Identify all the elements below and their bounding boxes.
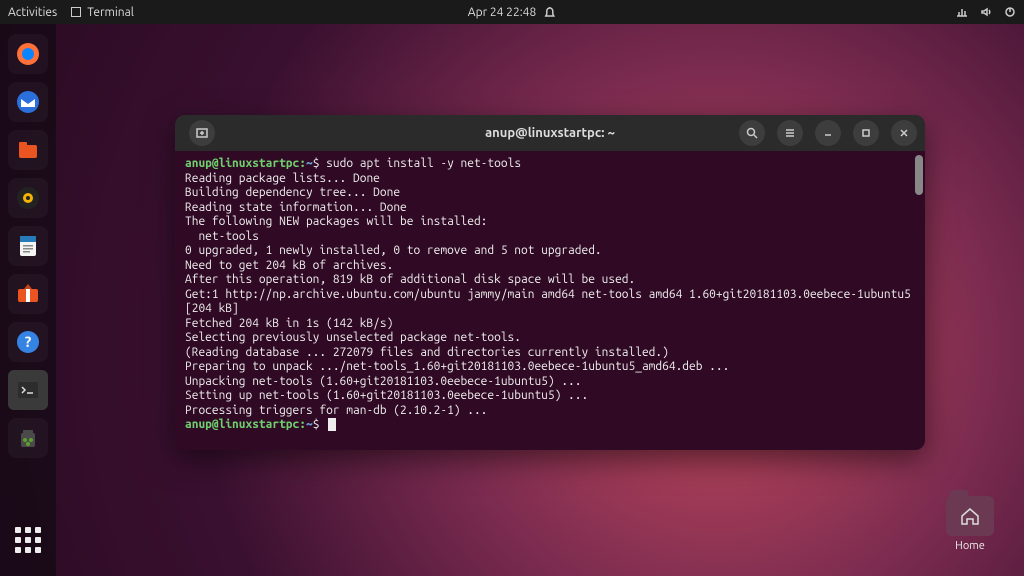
close-button[interactable] [891, 120, 917, 146]
svg-text:?: ? [25, 333, 32, 350]
search-button[interactable] [739, 120, 765, 146]
dock-trash[interactable] [8, 418, 48, 458]
terminal-titlebar[interactable]: anup@linuxstartpc: ~ [175, 115, 925, 151]
folder-icon [946, 496, 994, 536]
dock-terminal[interactable] [8, 370, 48, 410]
terminal-window: anup@linuxstartpc: ~ anup@linuxstartpc:~… [175, 115, 925, 450]
app-menu[interactable]: Terminal [71, 6, 134, 19]
power-icon[interactable] [1004, 6, 1016, 18]
hamburger-menu-button[interactable] [777, 120, 803, 146]
terminal-icon [71, 7, 81, 17]
app-menu-label: Terminal [87, 6, 134, 19]
activities-button[interactable]: Activities [8, 6, 57, 19]
network-icon[interactable] [956, 6, 968, 18]
desktop-home-folder[interactable]: Home [940, 496, 1000, 552]
gnome-topbar: Activities Terminal Apr 24 22:48 [0, 0, 1024, 24]
clock[interactable]: Apr 24 22:48 [468, 6, 536, 19]
show-applications-button[interactable] [8, 520, 48, 560]
dock-thunderbird[interactable] [8, 82, 48, 122]
notifications-icon [544, 6, 556, 18]
new-tab-button[interactable] [189, 120, 215, 146]
home-folder-label: Home [955, 540, 985, 552]
ubuntu-dock: ? [0, 24, 56, 576]
dock-software[interactable] [8, 274, 48, 314]
minimize-button[interactable] [815, 120, 841, 146]
volume-icon[interactable] [980, 6, 992, 18]
dock-rhythmbox[interactable] [8, 178, 48, 218]
window-title: anup@linuxstartpc: ~ [485, 126, 615, 140]
maximize-button[interactable] [853, 120, 879, 146]
dock-firefox[interactable] [8, 34, 48, 74]
dock-writer[interactable] [8, 226, 48, 266]
scrollbar-thumb[interactable] [915, 155, 923, 195]
terminal-body[interactable]: anup@linuxstartpc:~$ sudo apt install -y… [175, 151, 925, 450]
dock-help[interactable]: ? [8, 322, 48, 362]
dock-files[interactable] [8, 130, 48, 170]
